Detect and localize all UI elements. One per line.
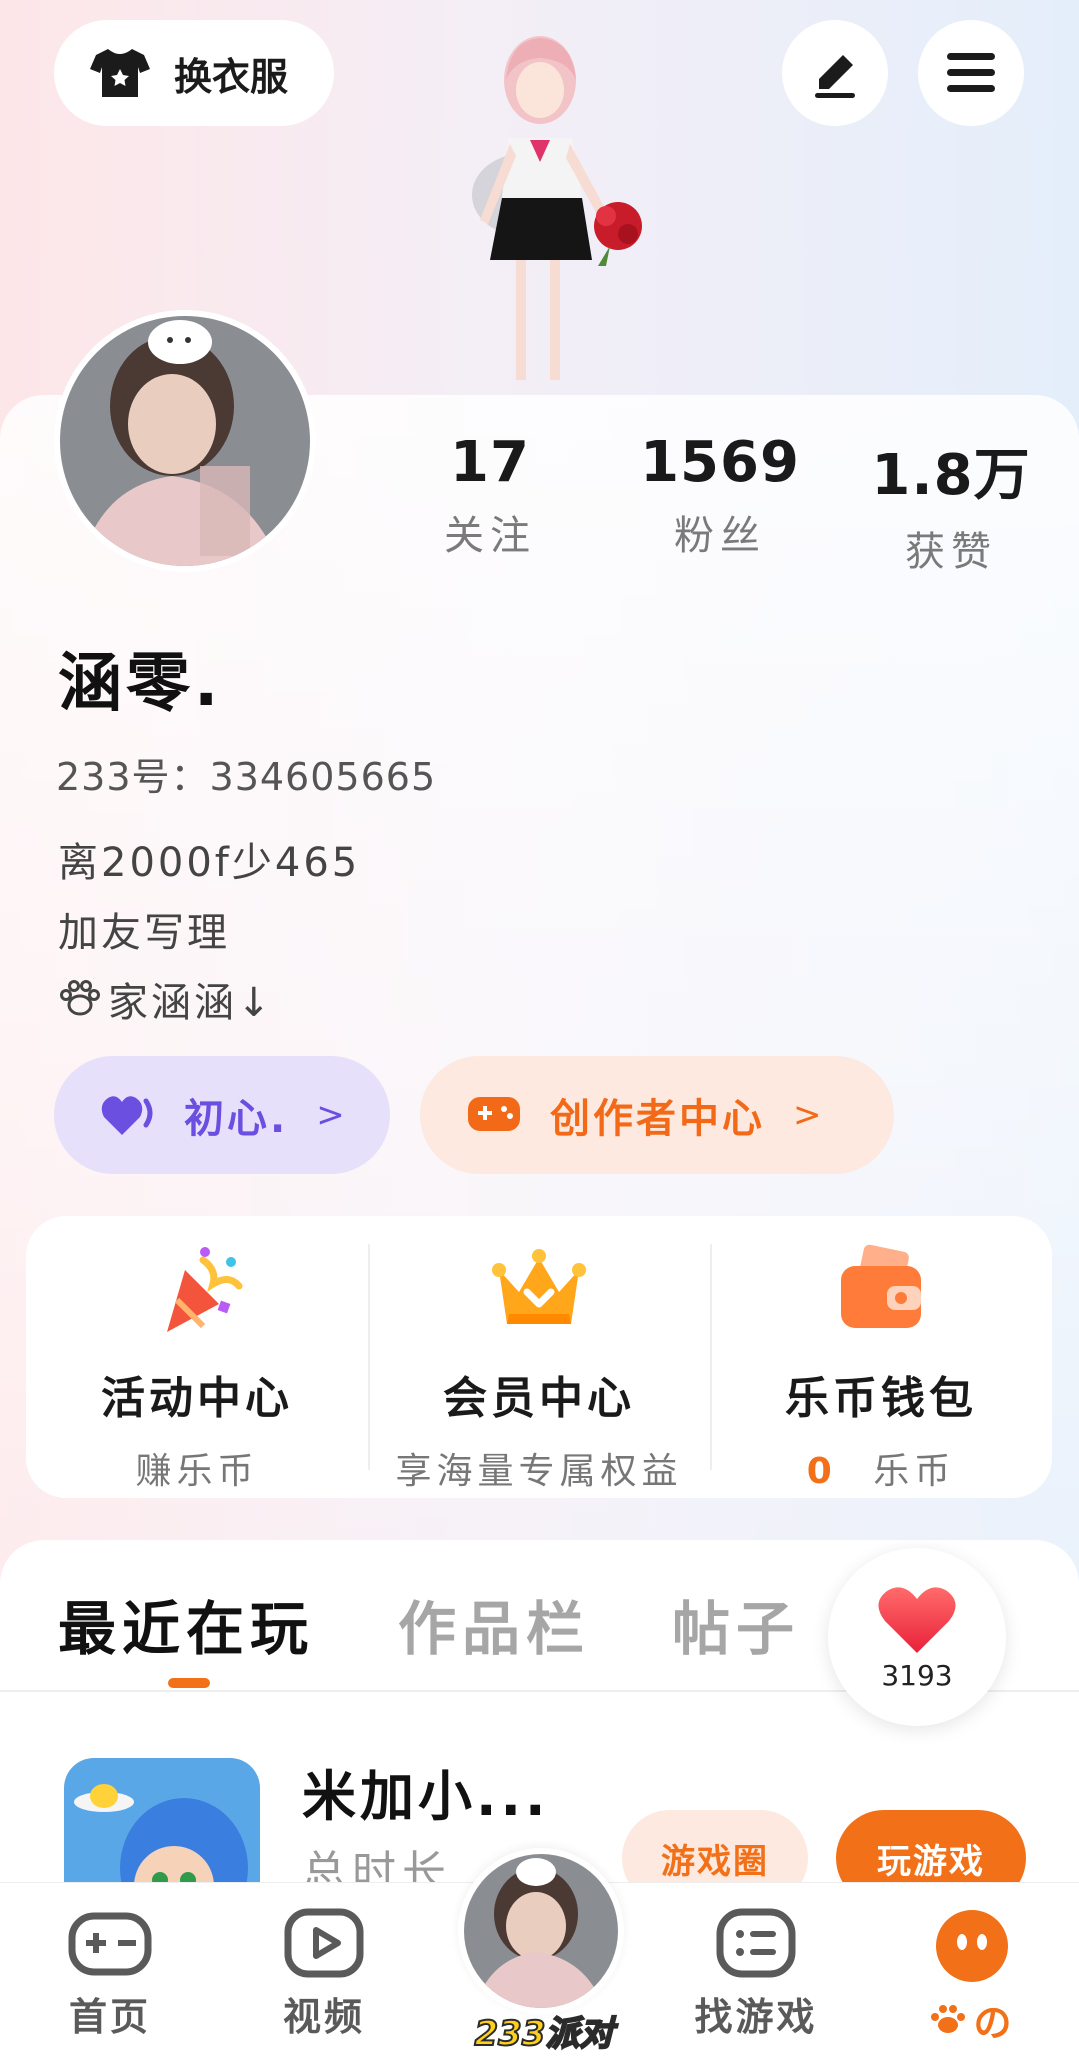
bio-line-3: 家涵涵↓ <box>58 970 274 1028</box>
activity-center[interactable]: 活动中心 赚乐币 <box>26 1216 368 1498</box>
paw-icon <box>60 980 100 1016</box>
bio-line-1: 离2000f少465 <box>58 840 361 886</box>
party-popper-icon <box>167 1247 243 1332</box>
nickname: 涵零. <box>58 647 223 721</box>
nav-party-avatar[interactable] <box>458 1848 624 2014</box>
following-count: 17 <box>450 430 530 495</box>
change-outfit-label: 换衣服 <box>174 54 289 99</box>
video-play-icon <box>284 1908 364 1978</box>
badge-label: 初心. <box>184 1096 289 1142</box>
game-title: 米加小... <box>302 1765 550 1828</box>
chevron-right-icon: > <box>316 1095 348 1135</box>
heart-badge-icon <box>101 1096 153 1135</box>
list-icon <box>716 1908 796 1978</box>
nav-video-label: 视频 <box>282 1995 365 2039</box>
user-id[interactable]: 233号：334605665 <box>56 746 436 801</box>
nav-home-label: 首页 <box>68 1995 151 2039</box>
nav-party-label[interactable]: 233派对 <box>454 2006 634 2055</box>
party-avatar <box>464 1854 618 2008</box>
stat-following[interactable]: 17 关注 <box>430 430 550 561</box>
wallet-icon <box>841 1244 921 1328</box>
nav-home[interactable]: 首页 <box>30 1908 190 2041</box>
likes-received-count: 1.8万 <box>871 443 1031 508</box>
bio-line-2: 加友写理 <box>58 910 230 956</box>
creator-center-label: 创作者中心 <box>550 1096 765 1142</box>
avatar-photo <box>60 316 310 566</box>
tab-recently-played[interactable]: 最近在玩 <box>58 1582 314 1666</box>
activity-center-title: 活动中心 <box>101 1373 293 1424</box>
heart-icon <box>878 1586 956 1653</box>
hamburger-menu-icon <box>947 53 995 92</box>
member-center-subtitle: 享海量专属权益 <box>395 1451 683 1492</box>
likes-received-label: 获赞 <box>905 529 997 575</box>
menu-button[interactable] <box>918 20 1024 126</box>
active-tab-indicator <box>168 1678 210 1688</box>
coin-wallet-title: 乐币钱包 <box>785 1373 977 1424</box>
paw-small-icon <box>931 2004 966 2033</box>
coin-wallet[interactable]: 乐币钱包 0 乐币 <box>710 1216 1052 1498</box>
following-label: 关注 <box>444 513 536 559</box>
profile-avatar[interactable] <box>54 310 316 572</box>
nav-me-text: の <box>973 2001 1015 2045</box>
crown-icon <box>492 1249 586 1324</box>
tab-posts[interactable]: 帖子 <box>672 1582 800 1666</box>
like-count: 3193 <box>881 1658 953 1692</box>
avatar-3d-character[interactable] <box>410 20 680 395</box>
coin-unit: 乐币 <box>873 1451 956 1492</box>
gamepad-icon <box>68 1912 152 1976</box>
nav-me-label: の <box>929 1992 1014 2047</box>
stat-followers[interactable]: 1569 粉丝 <box>640 430 800 561</box>
nav-find-games[interactable]: 找游戏 <box>676 1908 836 2041</box>
feature-card: 活动中心 赚乐币 会员中心 享海量专属权益 乐币钱包 0 乐币 <box>26 1216 1052 1498</box>
creator-center-button[interactable]: 创作者中心 > <box>420 1056 894 1174</box>
stat-likes[interactable]: 1.8万 获赞 <box>866 430 1036 577</box>
edit-profile-button[interactable] <box>782 20 888 126</box>
coin-wallet-subtitle: 0 乐币 <box>807 1442 956 1494</box>
activity-center-subtitle: 赚乐币 <box>135 1451 259 1492</box>
chevron-right-icon: > <box>793 1095 825 1135</box>
nav-video[interactable]: 视频 <box>244 1908 404 2041</box>
coin-balance: 0 <box>806 1451 837 1492</box>
nav-find-games-label: 找游戏 <box>694 1995 818 2039</box>
pen-icon <box>815 55 855 98</box>
badge-pill-button[interactable]: 初心. > <box>54 1056 390 1174</box>
gamepad-badge-icon <box>468 1097 520 1131</box>
like-bubble[interactable]: 3193 <box>828 1548 1006 1726</box>
member-center[interactable]: 会员中心 享海量专属权益 <box>368 1216 710 1498</box>
tab-works[interactable]: 作品栏 <box>398 1582 590 1666</box>
tshirt-icon <box>90 49 150 97</box>
change-outfit-button[interactable]: 换衣服 <box>54 20 334 126</box>
nav-me[interactable]: の <box>892 1908 1052 2047</box>
followers-label: 粉丝 <box>674 513 766 559</box>
me-face-icon <box>936 1910 1008 1982</box>
member-center-title: 会员中心 <box>443 1373 635 1424</box>
bio-line-3-text: 家涵涵↓ <box>108 980 274 1026</box>
followers-count: 1569 <box>640 430 800 495</box>
